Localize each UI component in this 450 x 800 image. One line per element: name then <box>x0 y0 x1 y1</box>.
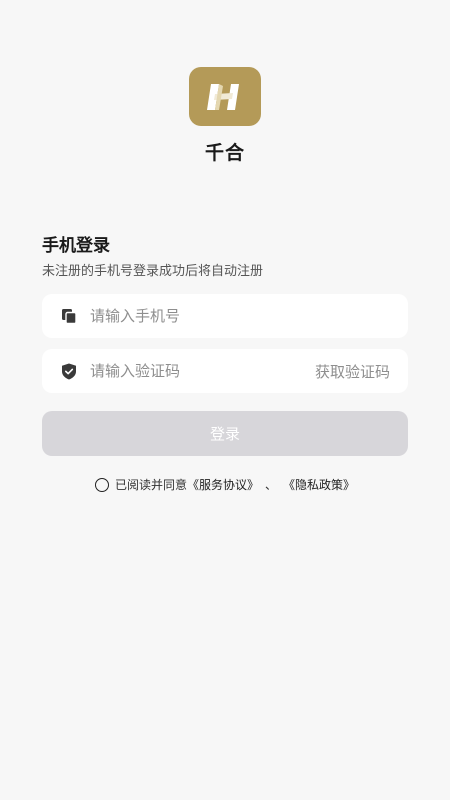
phone-field[interactable] <box>42 294 408 338</box>
app-name: 千合 <box>204 142 245 164</box>
code-input[interactable] <box>90 349 315 393</box>
agreement-row: 已阅读并同意 《服务协议》 、 《隐私政策》 <box>0 476 450 493</box>
radio-unchecked-icon[interactable] <box>94 477 109 492</box>
login-screen: 千合 手机登录 未注册的手机号登录成功后将自动注册 获取验证码 登录 已阅读并同… <box>0 0 450 800</box>
service-agreement-link[interactable]: 《服务协议》 <box>187 476 259 493</box>
privacy-policy-link[interactable]: 《隐私政策》 <box>283 476 355 493</box>
app-logo <box>189 67 261 126</box>
code-field[interactable]: 获取验证码 <box>42 349 408 393</box>
get-code-button[interactable]: 获取验证码 <box>315 361 390 382</box>
login-button[interactable]: 登录 <box>42 411 408 456</box>
page-subtitle: 未注册的手机号登录成功后将自动注册 <box>42 264 264 279</box>
h-logo-icon <box>207 83 239 110</box>
page-title: 手机登录 <box>42 236 110 256</box>
shield-check-icon <box>60 362 78 380</box>
agreement-separator: 、 <box>265 478 278 492</box>
phone-input[interactable] <box>90 294 408 338</box>
phone-copy-icon <box>60 307 78 325</box>
agreement-prefix: 已阅读并同意 <box>114 478 187 492</box>
